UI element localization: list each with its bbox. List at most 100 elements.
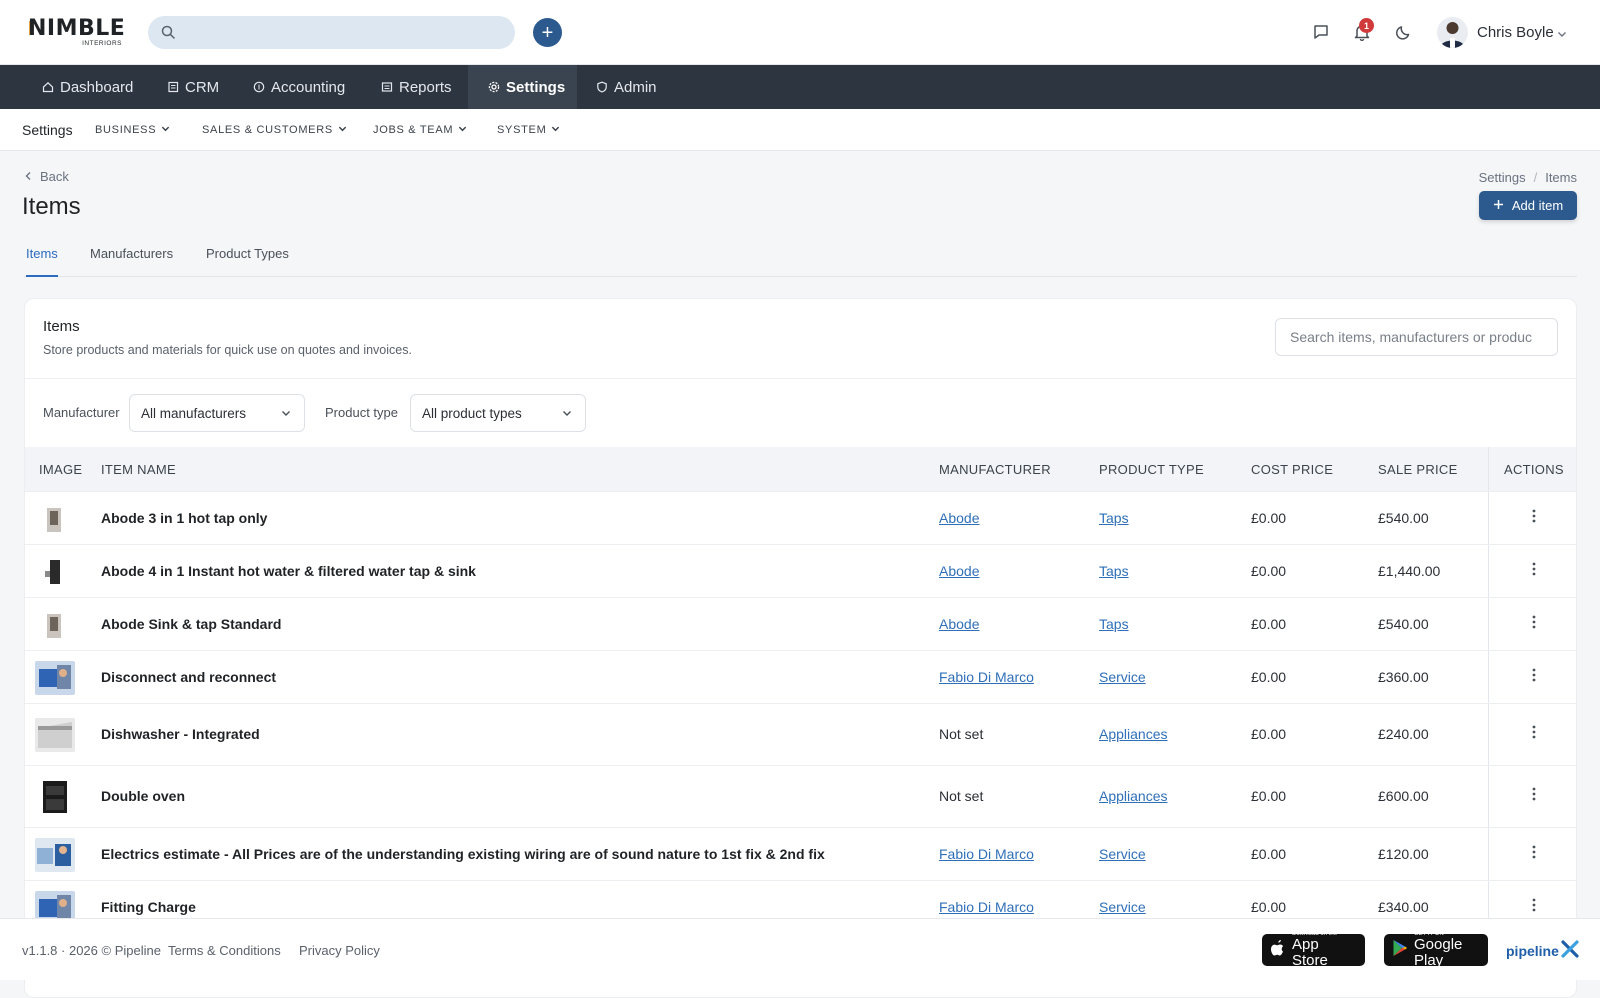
column-header-cost-price[interactable]: COST PRICE [1251, 462, 1333, 477]
product-type-link[interactable]: Appliances [1099, 726, 1168, 742]
terms-link[interactable]: Terms & Conditions [168, 943, 281, 958]
subnav-item-jobs-team[interactable]: JOBS & TEAM [373, 124, 467, 136]
breadcrumb-settings[interactable]: Settings [1479, 170, 1526, 185]
sale-price: £120.00 [1378, 846, 1429, 862]
global-search[interactable] [148, 16, 515, 49]
table-row[interactable]: Disconnect and reconnect Fabio Di Marco Se… [25, 650, 1576, 703]
item-name[interactable]: Fitting Charge [101, 899, 196, 915]
product-type-select[interactable]: All product types [410, 394, 586, 432]
manufacturer-link[interactable]: Fabio Di Marco [939, 899, 1034, 915]
manufacturer-link[interactable]: Abode [939, 563, 979, 579]
subnav-item-sales-customers[interactable]: SALES & CUSTOMERS [202, 124, 347, 136]
manufacturer-select[interactable]: All manufacturers [129, 394, 305, 432]
nav-item-label: Reports [399, 78, 452, 96]
tab-product-types[interactable]: Product Types [206, 246, 289, 277]
items-card: Items Store products and materials for q… [24, 298, 1577, 998]
app-store-badge[interactable]: Download on the App Store [1262, 931, 1365, 969]
item-thumbnail [35, 718, 75, 752]
product-type-link[interactable]: Taps [1099, 616, 1129, 632]
table-row[interactable]: Electrics estimate - All Prices are of t… [25, 827, 1576, 880]
nav-item-crm[interactable]: CRM [167, 65, 219, 109]
manufacturer-link[interactable]: Abode [939, 616, 979, 632]
shield-icon [596, 81, 608, 93]
chevron-down-icon [551, 124, 560, 136]
nav-item-dashboard[interactable]: Dashboard [42, 65, 133, 109]
item-name[interactable]: Abode 4 in 1 Instant hot water & filtere… [101, 563, 476, 579]
table-row[interactable]: Double oven Not set Appliances £0.00 £600.00 [25, 765, 1576, 827]
manufacturer-link[interactable]: Fabio Di Marco [939, 669, 1034, 685]
kebab-menu-icon [1532, 787, 1536, 806]
avatar[interactable] [1437, 17, 1468, 48]
tab-manufacturers[interactable]: Manufacturers [90, 246, 173, 277]
product-type-link[interactable]: Service [1099, 846, 1146, 862]
product-type-link[interactable]: Service [1099, 899, 1146, 915]
user-name[interactable]: Chris Boyle [1477, 24, 1554, 41]
manufacturer-link[interactable]: Abode [939, 510, 979, 526]
nav-item-reports[interactable]: Reports [381, 65, 452, 109]
item-name[interactable]: Abode Sink & tap Standard [101, 616, 281, 632]
item-name[interactable]: Dishwasher - Integrated [101, 726, 260, 742]
back-label: Back [40, 169, 69, 184]
home-icon [42, 81, 54, 93]
brand-logo[interactable]: NIMBLE INTERIORS [28, 16, 125, 48]
table-row[interactable]: Abode Sink & tap Standard Abode Taps £0.00 £… [25, 597, 1576, 650]
product-type-link[interactable]: Appliances [1099, 788, 1168, 804]
items-search[interactable] [1275, 318, 1558, 356]
pipeline-logo-text: pipeline [1506, 942, 1559, 959]
quick-add-button[interactable]: + [533, 18, 562, 47]
row-actions-button[interactable] [1488, 828, 1576, 880]
kebab-menu-icon [1532, 725, 1536, 744]
column-header-sale-price[interactable]: SALE PRICE [1378, 462, 1458, 477]
google-play-badge[interactable]: GET IT ON Google Play [1384, 931, 1488, 969]
row-actions-button[interactable] [1488, 766, 1576, 827]
coin-icon [253, 81, 265, 93]
back-link[interactable]: Back [24, 169, 69, 184]
item-name[interactable]: Abode 3 in 1 hot tap only [101, 510, 267, 526]
subnav-item-business[interactable]: BUSINESS [95, 124, 170, 136]
column-header-item-name[interactable]: ITEM NAME [101, 462, 176, 477]
pipeline-logo[interactable]: pipeline [1506, 940, 1579, 961]
row-actions-button[interactable] [1488, 545, 1576, 597]
product-type-select-value: All product types [422, 405, 522, 421]
nav-item-admin[interactable]: Admin [596, 65, 657, 109]
product-type-link[interactable]: Taps [1099, 510, 1129, 526]
nav-item-settings[interactable]: Settings [468, 65, 577, 109]
search-icon [161, 25, 175, 44]
items-search-input[interactable] [1276, 319, 1557, 355]
row-actions-button[interactable] [1488, 704, 1576, 765]
privacy-link[interactable]: Privacy Policy [299, 943, 380, 958]
breadcrumb: Settings / Items [1479, 170, 1577, 185]
item-name[interactable]: Double oven [101, 788, 185, 804]
row-actions-button[interactable] [1488, 492, 1576, 544]
manufacturer-link[interactable]: Fabio Di Marco [939, 846, 1034, 862]
subnav-item-label: BUSINESS [95, 124, 157, 136]
row-actions-button[interactable] [1488, 598, 1576, 650]
column-header-product-type[interactable]: PRODUCT TYPE [1099, 462, 1204, 477]
footer: v1.1.8 · 2026 © Pipeline Terms & Conditi… [0, 918, 1600, 980]
product-type-link[interactable]: Service [1099, 669, 1146, 685]
nav-item-accounting[interactable]: Accounting [253, 65, 345, 109]
chat-icon[interactable] [1310, 21, 1332, 43]
product-type-link[interactable]: Taps [1099, 563, 1129, 579]
tab-items[interactable]: Items [26, 246, 58, 277]
row-actions-button[interactable] [1488, 651, 1576, 703]
plus-icon [1493, 198, 1504, 213]
table-row[interactable]: Abode 4 in 1 Instant hot water & filtere… [25, 544, 1576, 597]
footer-version: v1.1.8 · 2026 © Pipeline [22, 943, 161, 958]
moon-icon[interactable] [1393, 21, 1415, 43]
google-play-big: Google Play [1414, 935, 1463, 969]
table-row[interactable]: Dishwasher - Integrated Not set Appliances… [25, 703, 1576, 765]
sale-price: £540.00 [1378, 510, 1429, 526]
global-search-input[interactable] [184, 16, 504, 49]
apple-icon [1270, 939, 1286, 962]
subnav-item-system[interactable]: SYSTEM [497, 124, 560, 136]
chevron-down-icon[interactable] [1557, 26, 1567, 44]
actions-column-head: ACTIONS [1488, 447, 1576, 491]
table-row[interactable]: Abode 3 in 1 hot tap only Abode Taps £0.00 £… [25, 491, 1576, 544]
cost-price: £0.00 [1251, 788, 1287, 804]
item-name[interactable]: Electrics estimate - All Prices are of t… [101, 846, 825, 862]
item-name[interactable]: Disconnect and reconnect [101, 669, 276, 685]
kebab-menu-icon [1532, 615, 1536, 634]
column-header-manufacturer[interactable]: MANUFACTURER [939, 462, 1051, 477]
add-item-button[interactable]: Add item [1479, 191, 1577, 220]
